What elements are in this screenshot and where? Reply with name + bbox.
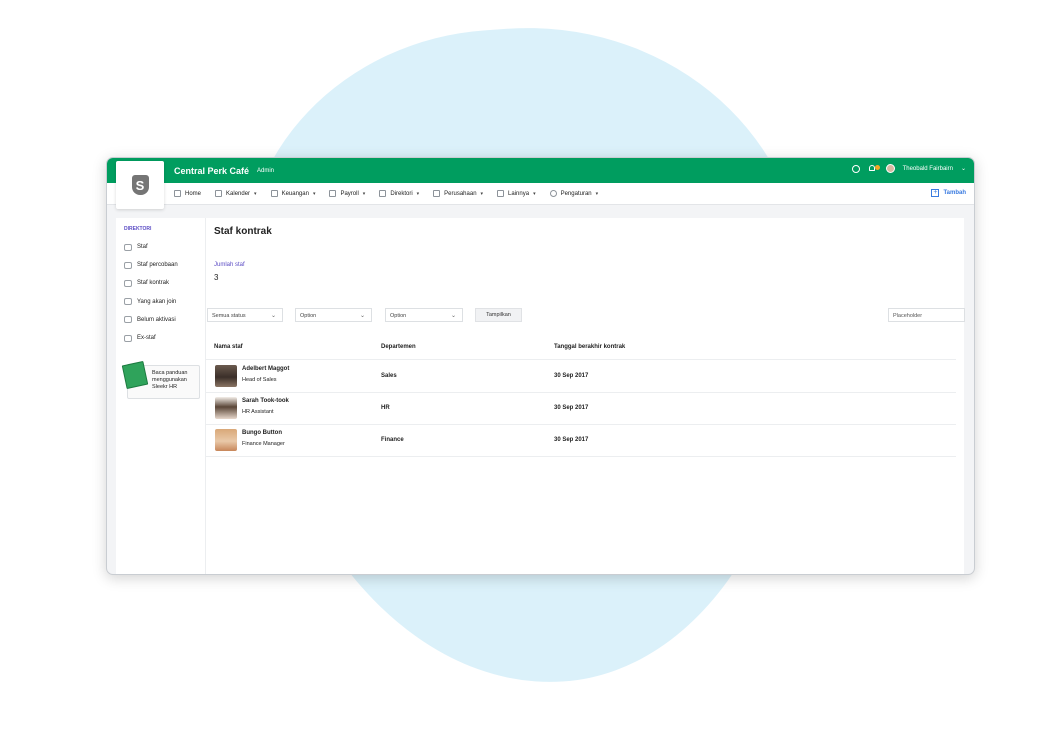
search-input[interactable]: Placeholder — [888, 308, 965, 322]
nav-pengaturan[interactable]: Pengaturan ▾ — [549, 190, 599, 197]
staff-department: HR — [381, 405, 390, 411]
caret-down-icon: ▾ — [254, 190, 257, 197]
show-button[interactable]: Tampilkan — [475, 308, 522, 322]
guide-card[interactable]: Baca panduan menggunakan Sleekr HR — [121, 360, 200, 399]
chevron-down-icon: ⌄ — [270, 313, 276, 319]
nav-keuangan[interactable]: Keuangan ▾ — [270, 190, 316, 197]
staff-count-label: Jumlah staf — [214, 262, 245, 268]
archive-icon — [124, 334, 132, 342]
app-window: Central Perk Café Admin Theobald Fairbai… — [106, 157, 975, 575]
sidebar-item-ex-staf[interactable]: Ex-staf — [124, 329, 178, 347]
page-title: Staf kontrak — [214, 226, 272, 237]
staff-count-value: 3 — [214, 273, 219, 282]
table-row[interactable]: Bungo Button Finance Manager Finance 30 … — [206, 424, 956, 457]
caret-down-icon: ▾ — [533, 190, 536, 197]
option-select-1[interactable]: Option ⌄ — [295, 308, 372, 322]
main-nav: Home Kalender ▾ Keuangan ▾ Payroll ▾ Direkt… — [107, 183, 974, 205]
staff-title: Finance Manager — [242, 441, 285, 447]
table-row[interactable]: Adelbert Maggot Head of Sales Sales 30 S… — [206, 360, 956, 393]
sidebar-item-staf-percobaan[interactable]: Staf percobaan — [124, 256, 178, 274]
payroll-icon — [329, 190, 337, 197]
plus-icon: + — [931, 189, 940, 197]
notification-bell-icon[interactable] — [868, 164, 880, 173]
sidebar-item-staf-kontrak[interactable]: Staf kontrak — [124, 274, 178, 292]
users-icon — [124, 243, 132, 251]
avatar — [215, 429, 237, 451]
contract-icon — [124, 279, 132, 287]
user-lock-icon — [124, 316, 132, 324]
staff-name[interactable]: Bungo Button — [242, 430, 282, 436]
book-icon — [121, 360, 149, 390]
app-logo[interactable]: S — [116, 161, 164, 209]
nav-kalender[interactable]: Kalender ▾ — [215, 190, 257, 197]
home-icon — [174, 190, 181, 197]
help-icon[interactable] — [851, 164, 860, 173]
column-header-name[interactable]: Nama staf — [214, 344, 243, 350]
grid-icon — [497, 190, 505, 197]
role-label: Admin — [257, 168, 275, 174]
user-avatar[interactable] — [885, 164, 895, 173]
users-icon — [124, 261, 132, 269]
option-select-2[interactable]: Option ⌄ — [385, 308, 463, 322]
top-right-controls: Theobald Fairbairn ⌄ — [851, 164, 966, 173]
notification-badge — [874, 165, 880, 170]
sidebar-item-yang-akan-join[interactable]: Yang akan join — [124, 293, 178, 311]
staff-department: Sales — [381, 373, 397, 379]
status-select[interactable]: Semua status ⌄ — [207, 308, 283, 322]
staff-department: Finance — [381, 437, 404, 443]
chevron-down-icon: ⌄ — [450, 313, 456, 319]
chevron-down-icon[interactable]: ⌄ — [961, 165, 966, 172]
user-name[interactable]: Theobald Fairbairn — [903, 166, 953, 172]
contract-end-date: 30 Sep 2017 — [554, 373, 589, 379]
nav-perusahaan[interactable]: Perusahaan ▾ — [433, 190, 483, 197]
contract-end-date: 30 Sep 2017 — [554, 405, 589, 411]
contract-end-date: 30 Sep 2017 — [554, 437, 589, 443]
gear-icon — [549, 190, 557, 197]
company-icon — [433, 190, 441, 197]
chevron-down-icon: ⌄ — [359, 313, 365, 319]
caret-down-icon: ▾ — [362, 190, 366, 197]
logo-shield-icon: S — [131, 175, 149, 195]
nav-direktori[interactable]: Direktori ▾ — [379, 190, 419, 197]
sidebar-heading: DIREKTORI — [124, 226, 152, 232]
sidebar-item-belum-aktivasi[interactable]: Belum aktivasi — [124, 311, 178, 329]
staff-name[interactable]: Adelbert Maggot — [242, 366, 289, 372]
caret-down-icon: ▾ — [416, 190, 420, 197]
guide-text: Baca panduan menggunakan Sleekr HR — [152, 370, 188, 390]
avatar — [215, 365, 237, 387]
top-bar: Central Perk Café Admin Theobald Fairbai… — [107, 158, 974, 183]
main-content: Staf kontrak Jumlah staf 3 Semua status ⌄… — [206, 218, 965, 574]
caret-down-icon: ▾ — [312, 190, 316, 197]
nav-home[interactable]: Home — [174, 190, 201, 197]
add-button[interactable]: + Tambah — [931, 189, 966, 197]
user-join-icon — [124, 298, 132, 306]
sidebar: DIREKTORI Staf Staf percobaan Staf kontr… — [116, 218, 206, 574]
column-header-contract-end[interactable]: Tanggal berakhir kontrak — [554, 344, 625, 350]
caret-down-icon: ▾ — [595, 190, 599, 197]
staff-title: HR Assistant — [242, 409, 274, 415]
table-row[interactable]: Sarah Took-took HR Assistant HR 30 Sep 2… — [206, 392, 956, 425]
finance-icon — [270, 190, 278, 197]
calendar-icon — [215, 190, 223, 197]
staff-title: Head of Sales — [242, 377, 277, 383]
nav-lainnya[interactable]: Lainnya ▾ — [497, 190, 536, 197]
company-name: Central Perk Café — [174, 166, 250, 176]
directory-icon — [379, 190, 387, 197]
sidebar-item-staf[interactable]: Staf — [124, 238, 178, 256]
caret-down-icon: ▾ — [480, 190, 484, 197]
avatar — [215, 397, 237, 419]
nav-payroll[interactable]: Payroll ▾ — [329, 190, 365, 197]
staff-name[interactable]: Sarah Took-took — [242, 398, 289, 404]
column-header-department[interactable]: Departemen — [381, 344, 416, 350]
